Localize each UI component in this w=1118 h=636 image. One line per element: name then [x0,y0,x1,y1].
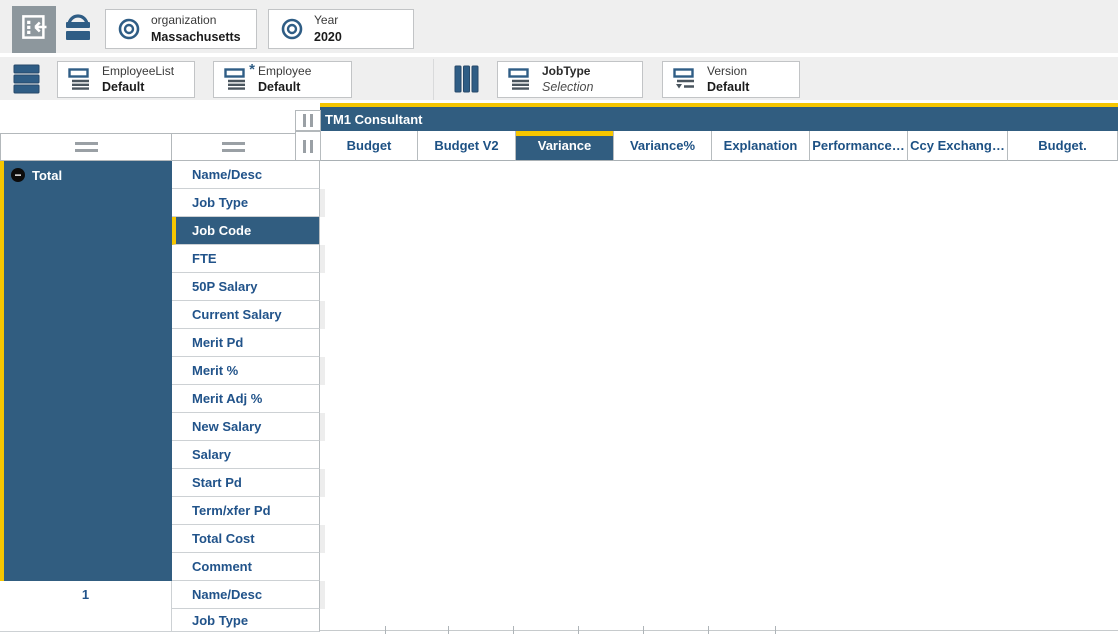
column-header-ccy-exchange[interactable]: Ccy Exchang… [908,131,1008,161]
row-stripe [320,469,325,497]
row-stripe [320,525,325,553]
rows-axis-icon[interactable] [12,63,42,96]
collapse-minus-icon[interactable]: − [11,168,25,182]
workbench-button[interactable] [60,8,96,50]
row-total-cost[interactable]: Total Cost [172,525,320,553]
row-fte[interactable]: FTE [172,245,320,273]
drag-handle-icon [222,149,245,152]
column-tick [448,626,449,634]
dimension-name: JobType [542,64,593,80]
subset-list-icon [68,68,93,91]
row-stripe [320,301,325,329]
subset-list-sort-icon [673,68,698,91]
row-stripe [320,357,325,385]
context-dimension-organization[interactable]: organization Massachusetts [105,9,257,49]
subset-circle-icon [116,16,142,42]
row-dimension-employeelist[interactable]: EmployeeList Default [57,61,195,98]
row-header-drag-handle[interactable] [0,133,172,161]
pause-icon [303,114,306,127]
column-header-row: Budget Budget V2 Variance Variance% Expl… [320,131,1118,161]
pause-icon [310,140,313,153]
row-stripe [320,245,325,273]
collapse-panel-button[interactable] [12,6,56,53]
row-salary[interactable]: Salary [172,441,320,469]
column-tick [513,626,514,634]
subset-circle-icon [279,16,305,42]
column-header-explanation[interactable]: Explanation [712,131,810,161]
column-tick [643,626,644,634]
row-name-desc-2[interactable]: Name/Desc [172,581,320,609]
dimension-name: Employee [258,64,311,80]
row-group-label: Total [32,168,62,183]
row-merit-pct[interactable]: Merit % [172,357,320,385]
row-job-code-selected[interactable]: Job Code [172,217,320,245]
dimension-subset: Default [102,79,174,95]
drag-handle-icon [75,142,98,145]
column-dimension-jobtype[interactable]: JobType Selection [497,61,643,98]
pause-icon [310,114,313,127]
context-dimension-year[interactable]: Year 2020 [268,9,414,49]
column-header-budget-v2[interactable]: Budget V2 [418,131,516,161]
collapse-left-icon [19,12,49,47]
dimension-name: organization [151,13,241,29]
column-tick [578,626,579,634]
dimension-member: Massachusetts [151,29,241,45]
row-dimension-employee[interactable]: * Employee Default [213,61,352,98]
row-50p-salary[interactable]: 50P Salary [172,273,320,301]
drag-handle-icon [222,142,245,145]
row-job-type[interactable]: Job Type [172,189,320,217]
row-group-total[interactable]: − Total [0,161,172,581]
dimension-subset: Selection [542,79,593,95]
row-group-label: 1 [82,587,89,602]
row-stripe [320,581,325,609]
column-header-budget2[interactable]: Budget. [1008,131,1118,161]
row-term-xfer-pd[interactable]: Term/xfer Pd [172,497,320,525]
row-merit-adj-pct[interactable]: Merit Adj % [172,385,320,413]
columns-axis-icon[interactable] [453,64,480,94]
dimension-name: Year [314,13,342,29]
pause-icon [303,140,306,153]
column-header-variance-selected[interactable]: Variance [516,131,614,161]
drag-handle-icon [75,149,98,152]
dimension-name: EmployeeList [102,64,174,80]
row-header-drag-handle[interactable] [171,133,296,161]
dimension-subset: Default [707,79,749,95]
dimension-name: Version [707,64,749,80]
row-stripe [320,413,325,441]
row-stripe [320,189,325,217]
grid-cell-area[interactable] [320,161,1118,632]
grid-bottom-border [320,630,1118,631]
row-merit-pd[interactable]: Merit Pd [172,329,320,357]
toolbar-divider [433,59,434,100]
column-header-variance-pct[interactable]: Variance% [614,131,712,161]
column-header-collapse-handle[interactable] [295,131,321,161]
row-current-salary[interactable]: Current Salary [172,301,320,329]
column-dimension-header[interactable]: TM1 Consultant [320,107,1118,131]
column-header-budget[interactable]: Budget [320,131,418,161]
dimension-subset: Default [258,79,311,95]
modified-asterisk: * [249,61,255,78]
column-dimension-version[interactable]: Version Default [662,61,800,98]
row-new-salary[interactable]: New Salary [172,413,320,441]
row-group-1[interactable]: 1 [0,581,172,632]
row-name-desc[interactable]: Name/Desc [172,161,320,189]
column-tick [708,626,709,634]
row-label-column: Name/Desc Job Type Job Code FTE 50P Sala… [172,161,320,632]
row-start-pd[interactable]: Start Pd [172,469,320,497]
column-header-performance[interactable]: Performance… [810,131,908,161]
subset-list-icon [508,68,533,91]
column-tick [385,626,386,634]
briefcase-icon [60,7,96,52]
row-comment[interactable]: Comment [172,553,320,581]
column-tick [775,626,776,634]
column-header-collapse-handle[interactable] [295,110,321,131]
subset-list-modified-icon: * [224,68,249,91]
dimension-member: 2020 [314,29,342,45]
row-job-type-2[interactable]: Job Type [172,609,320,632]
